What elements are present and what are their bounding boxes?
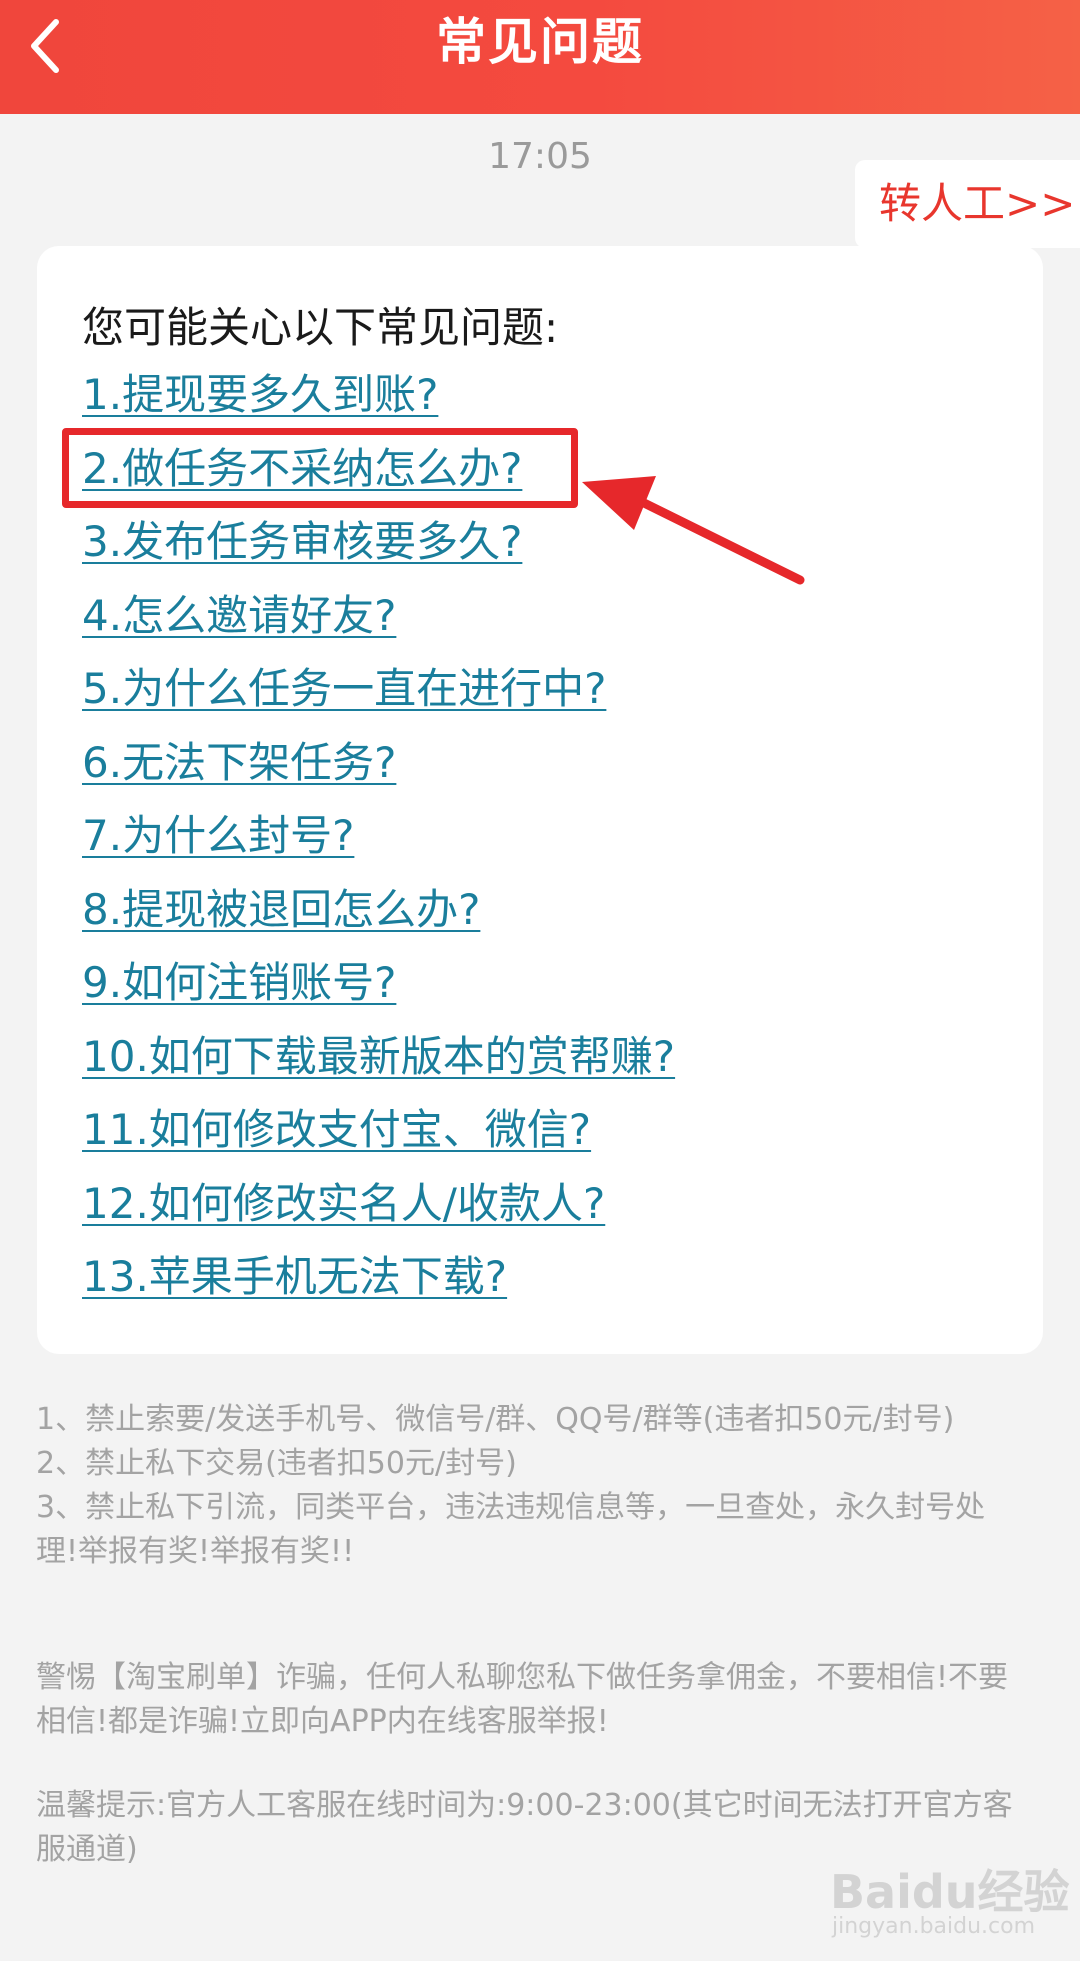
watermark-url: jingyan.baidu.com bbox=[832, 1914, 1036, 1939]
faq-item-8: 8.提现被退回怎么办? bbox=[82, 877, 675, 951]
red-arrow-icon bbox=[582, 476, 805, 585]
faq-item-1: 1.提现要多久到账? bbox=[82, 362, 675, 436]
faq-heading: 您可能关心以下常见问题: bbox=[82, 303, 559, 352]
baidu-watermark: Baidu经验 jingyan.baidu.com bbox=[824, 1836, 1070, 1946]
faq-item-9: 9.如何注销账号? bbox=[82, 950, 675, 1024]
faq-link-13[interactable]: 13.苹果手机无法下载? bbox=[82, 1252, 507, 1301]
faq-item-12: 12.如何修改实名人/收款人? bbox=[82, 1171, 675, 1245]
faq-item-6: 6.无法下架任务? bbox=[82, 730, 675, 804]
fraud-warning: 警惕【淘宝刷单】诈骗，任何人私聊您私下做任务拿佣金，不要相信!不要相信!都是诈骗… bbox=[36, 1660, 1009, 1739]
faq-link-1[interactable]: 1.提现要多久到账? bbox=[82, 370, 438, 419]
faq-link-6[interactable]: 6.无法下架任务? bbox=[82, 738, 396, 787]
faq-link-11[interactable]: 11.如何修改支付宝、微信? bbox=[82, 1105, 591, 1154]
faq-item-7: 7.为什么封号? bbox=[82, 803, 675, 877]
faq-link-12[interactable]: 12.如何修改实名人/收款人? bbox=[82, 1179, 605, 1228]
rules-notice: 1、禁止索要/发送手机号、微信号/群、QQ号/群等(违者扣50元/封号) 2、禁… bbox=[36, 1398, 1026, 1574]
watermark-logo: Baidu经验 bbox=[830, 1865, 1070, 1919]
faq-link-8[interactable]: 8.提现被退回怎么办? bbox=[82, 885, 480, 934]
page-title: 常见问题 bbox=[436, 13, 644, 71]
faq-link-5[interactable]: 5.为什么任务一直在进行中? bbox=[82, 664, 606, 713]
faq-link-4[interactable]: 4.怎么邀请好友? bbox=[82, 591, 396, 640]
faq-item-10: 10.如何下载最新版本的赏帮赚? bbox=[82, 1024, 675, 1098]
highlight-box bbox=[62, 428, 578, 508]
faq-link-9[interactable]: 9.如何注销账号? bbox=[82, 958, 396, 1007]
rule-1: 1、禁止索要/发送手机号、微信号/群、QQ号/群等(违者扣50元/封号) bbox=[36, 1402, 955, 1437]
transfer-to-agent-button[interactable]: 转人工>> bbox=[855, 160, 1080, 248]
rule-3: 3、禁止私下引流，同类平台，违法违规信息等，一旦查处，永久封号处理!举报有奖!举… bbox=[36, 1490, 986, 1569]
faq-item-5: 5.为什么任务一直在进行中? bbox=[82, 656, 675, 730]
faq-link-7[interactable]: 7.为什么封号? bbox=[82, 811, 354, 860]
faq-item-13: 13.苹果手机无法下载? bbox=[82, 1244, 675, 1318]
rule-2: 2、禁止私下交易(违者扣50元/封号) bbox=[36, 1446, 517, 1481]
faq-link-3[interactable]: 3.发布任务审核要多久? bbox=[82, 517, 522, 566]
faq-item-11: 11.如何修改支付宝、微信? bbox=[82, 1097, 675, 1171]
faq-link-10[interactable]: 10.如何下载最新版本的赏帮赚? bbox=[82, 1032, 675, 1081]
app-header: 常见问题 bbox=[0, 0, 1080, 114]
